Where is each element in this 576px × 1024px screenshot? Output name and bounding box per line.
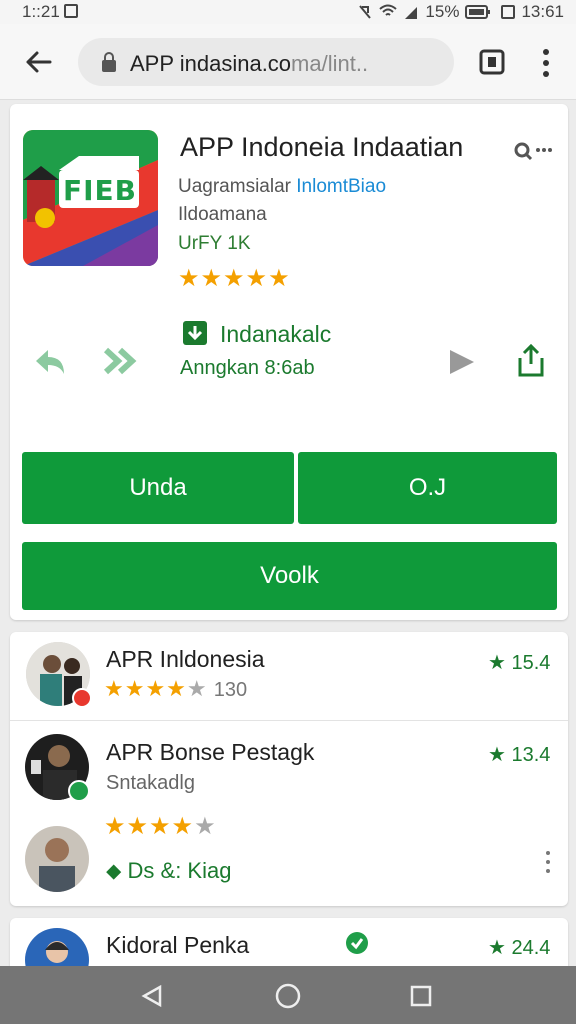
app-title: APP Indoneia Indaatian xyxy=(180,132,464,162)
list-item-score: ★ 15.4 xyxy=(488,652,551,674)
forward-icon[interactable] xyxy=(102,346,138,376)
url-text: APP indasina.coma/lint.. xyxy=(130,51,369,76)
list-item-sub: Sntakadlg xyxy=(106,772,195,794)
battery-text: 15% xyxy=(425,2,460,21)
rating-stars: ★★★★★ xyxy=(178,265,291,292)
full-action-button[interactable]: Voolk xyxy=(22,542,557,610)
list-card xyxy=(10,632,568,906)
avatar[interactable] xyxy=(25,826,89,892)
download-label: Indanakalc xyxy=(220,321,332,347)
battery-icon xyxy=(465,5,491,19)
tag-icon: ⬥ xyxy=(106,858,122,883)
mute-icon xyxy=(359,5,372,19)
overflow-icon[interactable] xyxy=(544,850,552,874)
list-item-name[interactable]: APR Bonse Pestagk xyxy=(106,739,314,766)
nav-back-icon[interactable] xyxy=(140,984,164,1008)
badge-icon xyxy=(72,688,92,708)
list-item-score: ★ 24.4 xyxy=(488,937,551,959)
list-item-score: ★ 13.4 xyxy=(488,744,551,766)
status-clock: 13:61 xyxy=(521,2,564,21)
url-bar[interactable]: APP indasina.coma/lint.. xyxy=(78,38,454,86)
divider xyxy=(10,720,568,721)
app-category: Ildoamana xyxy=(178,204,267,225)
left-action-button[interactable]: Unda xyxy=(22,452,294,524)
tabs-icon[interactable] xyxy=(478,48,506,76)
status-time: 1::21 xyxy=(22,2,78,22)
signal-icon xyxy=(405,7,418,19)
status-icons: 15% 13:61 xyxy=(357,2,564,22)
list-item-name[interactable]: Kidoral Penka xyxy=(106,932,249,959)
more-vert-icon[interactable] xyxy=(538,48,554,78)
download-icon xyxy=(183,321,207,345)
app-notification-icon xyxy=(501,5,516,19)
notification-icon xyxy=(63,4,78,18)
right-action-button[interactable]: O.J xyxy=(298,452,557,524)
system-nav-bar xyxy=(0,966,576,1024)
verified-icon xyxy=(346,932,368,954)
status-bar: 1::21 15% 13:61 xyxy=(0,0,576,24)
nav-home-icon[interactable] xyxy=(275,983,301,1009)
search-more-icon[interactable] xyxy=(512,140,554,162)
badge-icon xyxy=(68,780,90,802)
app-icon[interactable]: FIEB xyxy=(23,130,158,266)
app-size: UrFY 1K xyxy=(178,233,251,254)
share-icon[interactable] xyxy=(516,344,546,378)
download-sub: Anngkan 8:6ab xyxy=(180,357,315,379)
browser-toolbar: APP indasina.coma/lint.. xyxy=(0,24,576,100)
list-item-rating: ★★★★★ 130 xyxy=(104,676,248,701)
back-arrow-icon[interactable] xyxy=(22,46,54,78)
lock-icon xyxy=(102,52,116,72)
developer-link[interactable]: InlomtBiao xyxy=(296,176,386,197)
list-item-name[interactable]: APR Inldonesia xyxy=(106,646,265,673)
developer-line: Uagramsialar InlomtBiao xyxy=(178,176,387,197)
list-item-extra: ⬥ Ds &: Kiag xyxy=(106,858,232,883)
app-icon-text: FIEB xyxy=(63,174,138,207)
list-item-rating: ★★★★★ xyxy=(104,813,217,840)
wishlist-icon[interactable] xyxy=(446,346,478,378)
wifi-icon xyxy=(379,4,398,16)
nav-recents-icon[interactable] xyxy=(410,985,432,1007)
reply-icon[interactable] xyxy=(32,346,68,376)
